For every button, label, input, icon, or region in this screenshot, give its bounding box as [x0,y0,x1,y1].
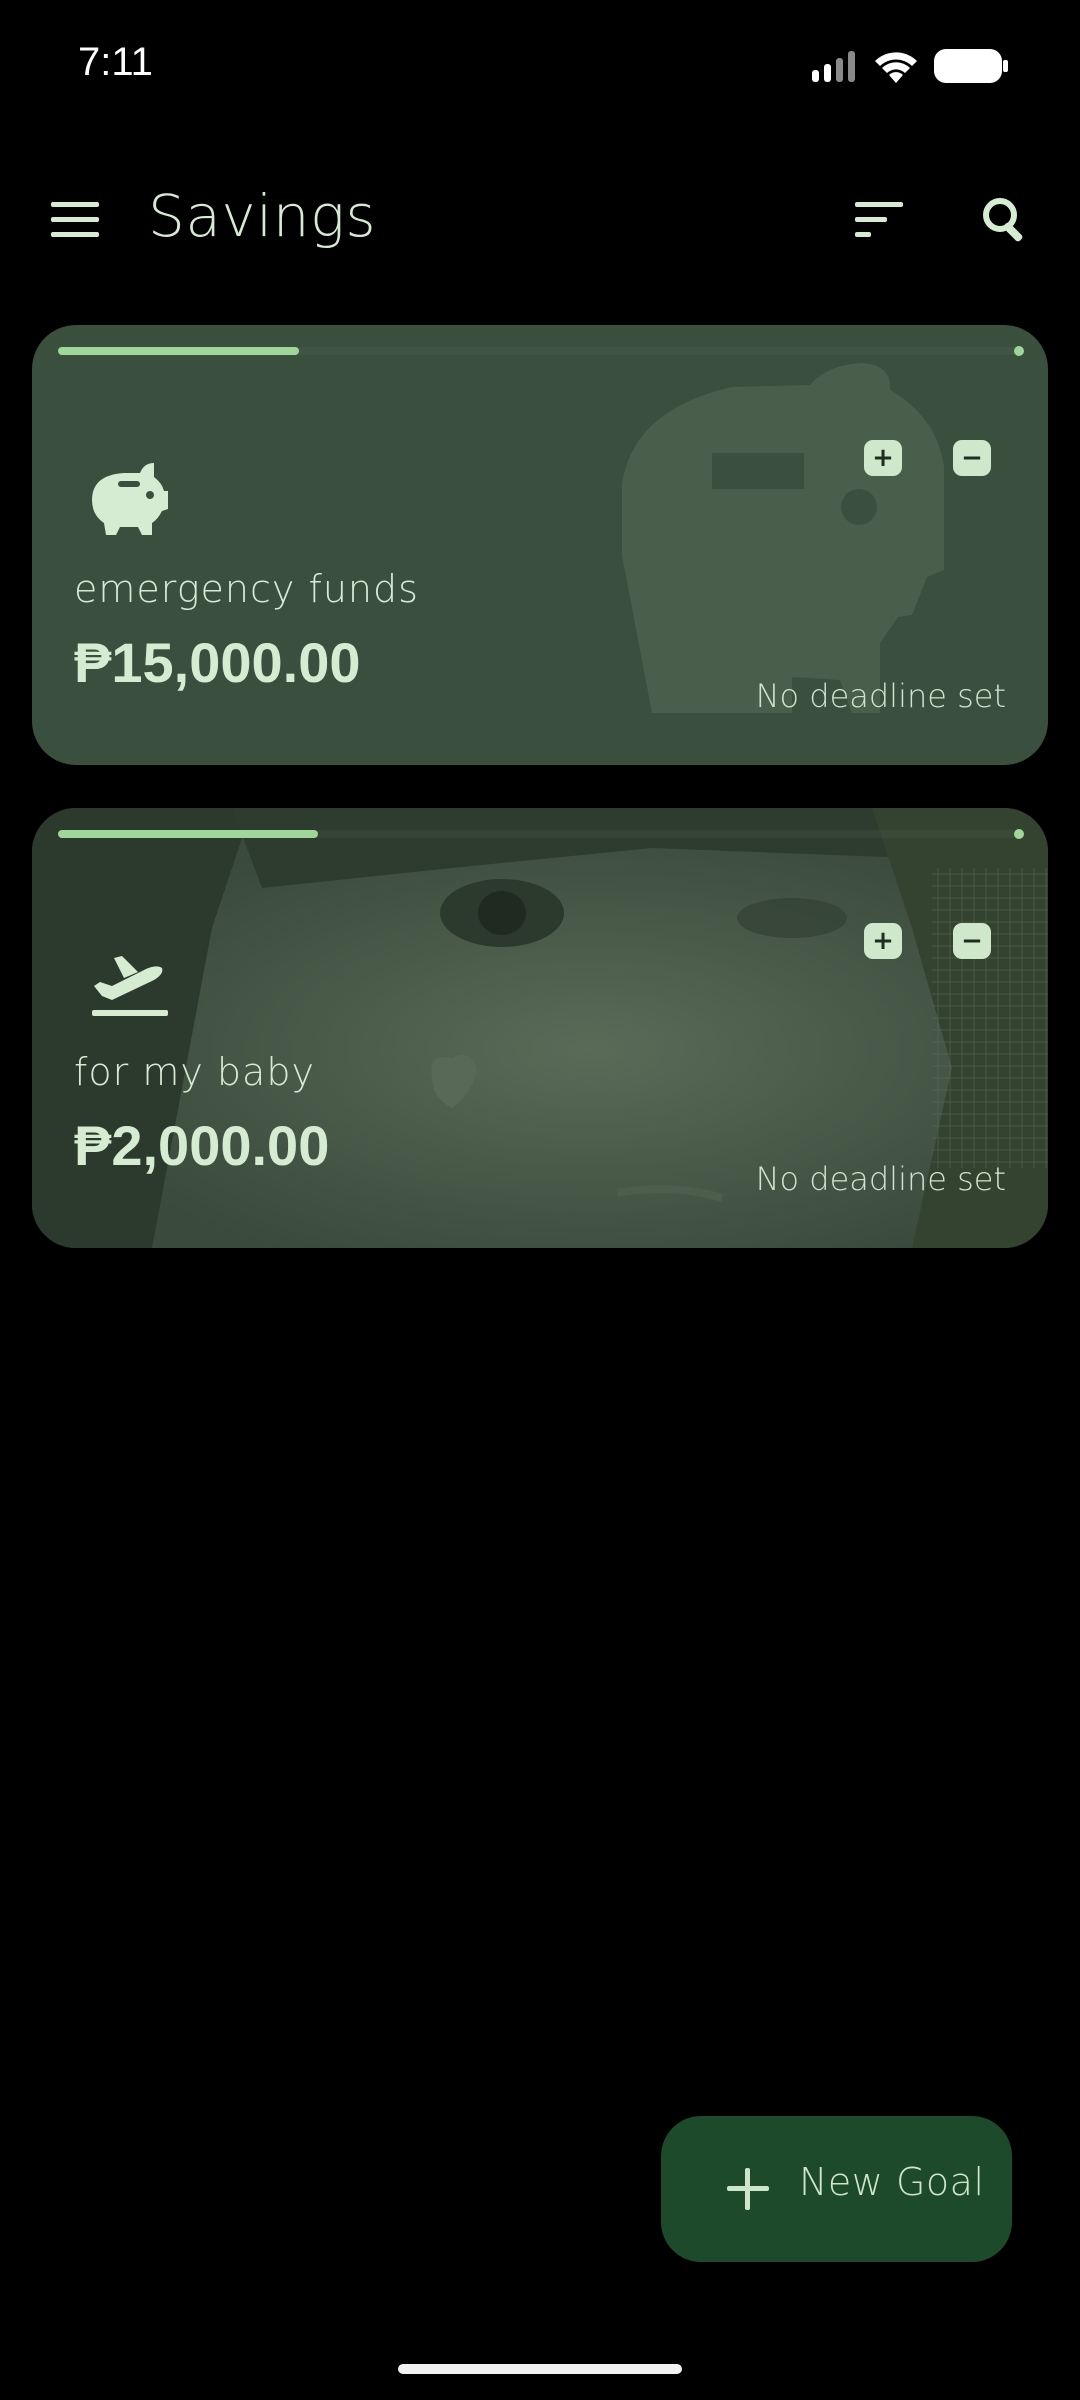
signal-icon [812,51,855,82]
home-indicator[interactable] [398,2364,682,2374]
goal-progress-fill [58,830,319,838]
status-icons [812,46,1008,86]
goal-amount: ₱15,000.00 [74,631,361,694]
goal-progress-end-dot [1014,346,1024,356]
increment-button[interactable]: + [864,440,902,476]
goal-progress-bar [58,346,1024,356]
status-time: 7:11 [78,40,153,84]
increment-button[interactable]: + [864,923,902,959]
battery-icon [934,49,1008,83]
plus-icon [727,2168,769,2210]
goal-name: emergency funds [74,567,419,611]
goal-name: for my baby [74,1050,315,1094]
page-title: Savings [148,182,377,250]
menu-button[interactable] [40,190,110,250]
new-goal-button[interactable]: New Goal [661,2116,1012,2262]
goal-progress-bar [58,829,1024,839]
goal-deadline: No deadline set [755,677,1006,715]
decrement-button[interactable]: − [953,440,991,476]
sort-button[interactable] [845,190,915,250]
flight-takeoff-icon [92,956,168,1016]
new-goal-label: New Goal [799,2160,985,2204]
search-icon [983,198,1023,242]
status-bar: 7:11 [0,0,1080,130]
sort-icon [855,202,903,237]
search-button[interactable] [970,190,1040,250]
goal-card[interactable]: + − for my baby ₱2,000.00 No deadline se… [32,808,1048,1248]
hamburger-menu-icon [51,202,99,237]
wifi-icon [875,52,917,83]
app-bar: Savings [0,160,1080,280]
goal-progress-end-dot [1014,829,1024,839]
decrement-button[interactable]: − [953,923,991,959]
goal-card[interactable]: + − emergency funds ₱15,000.00 No deadli… [32,325,1048,765]
goal-progress-fill [58,347,299,355]
goal-deadline: No deadline set [755,1160,1006,1198]
piggy-bank-icon [92,463,168,535]
goal-amount: ₱2,000.00 [74,1114,330,1177]
